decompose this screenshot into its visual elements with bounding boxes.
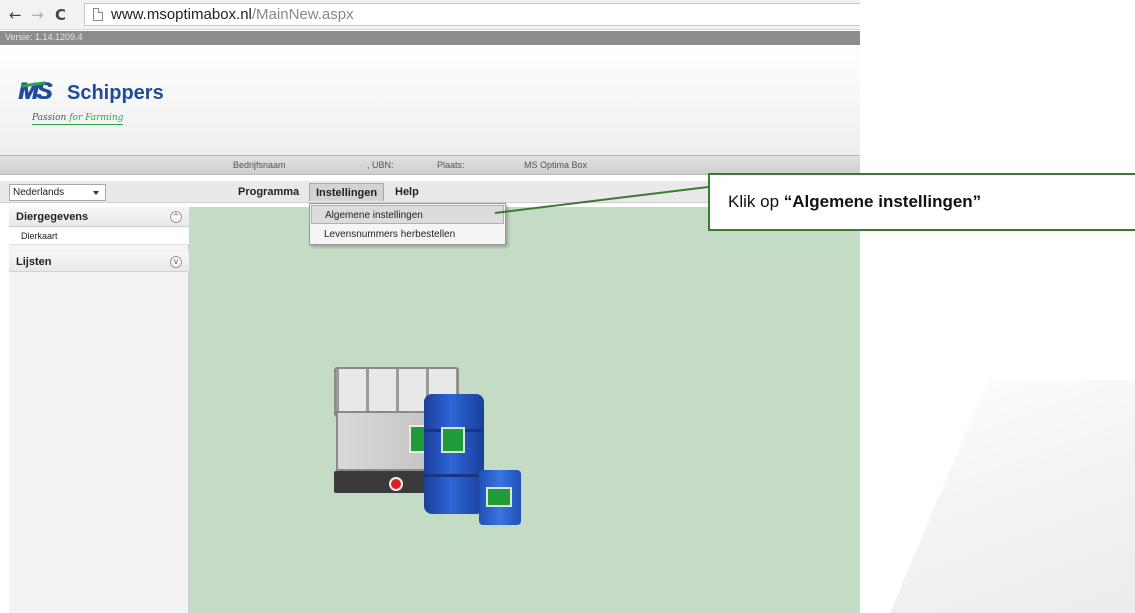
section-label: Lijsten [16,256,52,268]
url-path: /MainNew.aspx [251,6,354,23]
main-content [189,207,860,613]
decorative-shape [890,380,1135,613]
product-image [329,352,529,527]
address-bar[interactable]: www.msoptimabox.nl/MainNew.aspx [84,3,860,26]
reload-icon[interactable]: C [55,7,66,23]
language-value: Nederlands [13,187,65,198]
menu-instellingen[interactable]: Instellingen [309,183,385,201]
menu-item-algemene-instellingen[interactable]: Algemene instellingen [311,205,504,224]
jerry-can-label [486,487,512,507]
url-text[interactable]: www.msoptimabox.nl/MainNew.aspx [111,6,354,23]
language-select[interactable]: Nederlands [9,184,106,201]
app-header: MS Schippers Passion for Farming [0,45,860,155]
chevron-down-icon [93,191,99,195]
instruction-callout: Klik op “Algemene instellingen” [708,173,1135,231]
menu-item-levensnummers-herbestellen[interactable]: Levensnummers herbestellen [311,225,504,244]
product-name: MS Optima Box [524,160,588,170]
logo-mark: MS [18,78,52,106]
company-info-bar: Bedrijfsnaam , UBN: Plaats: MS Optima Bo… [0,155,860,175]
back-arrow-icon[interactable]: ← [9,7,22,23]
callout-text: Klik op “Algemene instellingen” [728,192,981,212]
version-bar: Versie: 1.14.1209.4 [0,31,860,45]
instellingen-dropdown: Algemene instellingen Levensnummers herb… [309,203,506,245]
logo-tagline: Passion for Farming [32,113,124,125]
url-domain: www.msoptimabox.nl [111,6,252,23]
sidebar-item-dierkaart[interactable]: Dierkaart [9,228,189,245]
tagline-part-1: Passion [32,113,70,123]
screenshot: ← → C www.msoptimabox.nl/MainNew.aspx Ve… [0,0,1135,613]
section-label: Diergegevens [16,211,89,223]
sidebar-section-diergegevens[interactable]: Diergegevens ^ [9,207,189,227]
drum-label [441,427,465,453]
forward-arrow-icon[interactable]: → [31,7,44,23]
menu-programma[interactable]: Programma [238,183,299,201]
callout-emphasis: “Algemene instellingen” [783,192,982,211]
callout-prefix: Klik op [728,192,784,211]
bedrijfsnaam-label: Bedrijfsnaam [233,160,286,170]
blue-drum [424,394,484,514]
plaats-label: Plaats: [437,160,465,170]
ibc-valve [389,477,403,491]
expand-icon[interactable]: v [170,256,182,268]
version-label: Versie: 1.14.1209.4 [5,32,83,42]
tagline-part-2: for Farming [69,113,124,123]
sidebar: Diergegevens ^ Dierkaart Lijsten v [9,207,189,613]
logo-name: Schippers [67,82,164,104]
ubn-label: , UBN: [367,160,394,170]
browser-toolbar: ← → C www.msoptimabox.nl/MainNew.aspx [0,0,860,30]
page-icon [93,8,103,21]
menu-help[interactable]: Help [395,183,419,201]
collapse-icon[interactable]: ^ [170,211,182,223]
sidebar-section-lijsten[interactable]: Lijsten v [9,252,189,272]
